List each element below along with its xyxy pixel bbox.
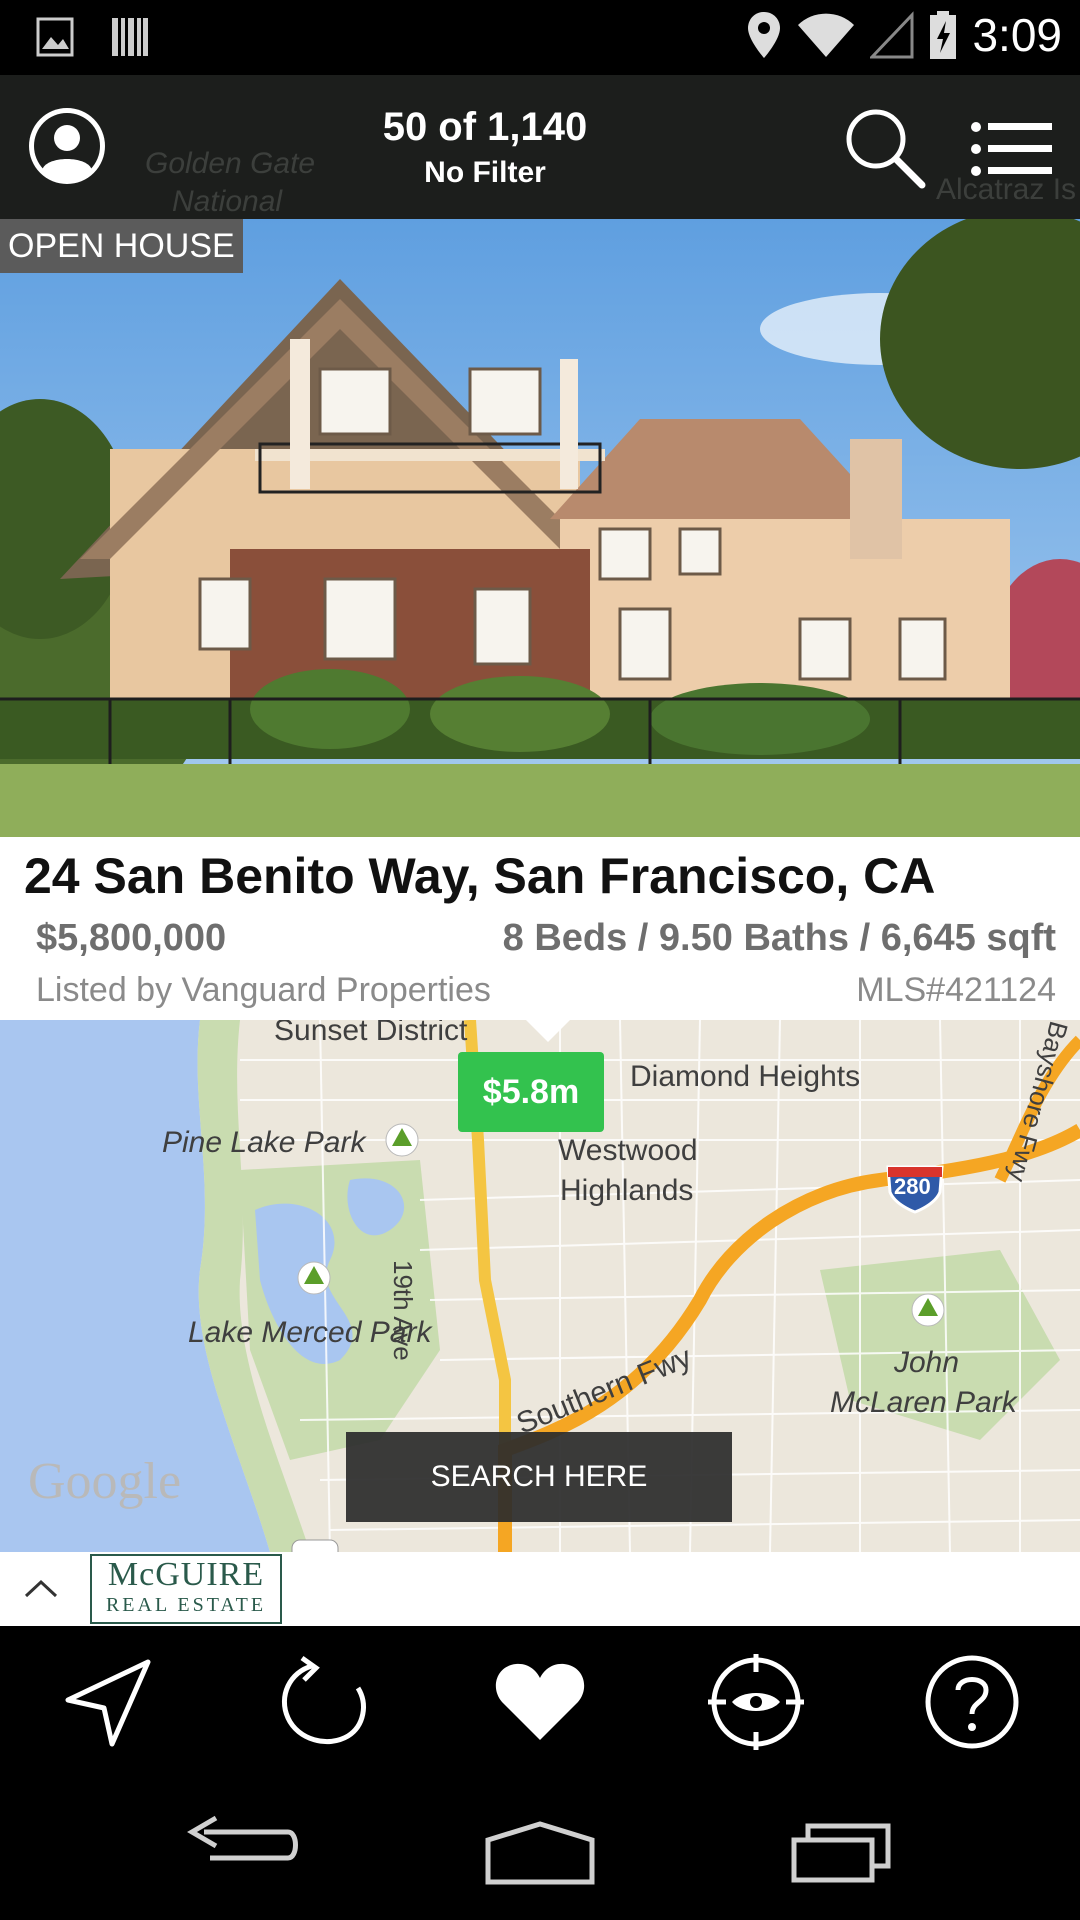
listing-details[interactable]: 24 San Benito Way, San Francisco, CA $5,…	[0, 837, 1080, 1020]
map-caret	[526, 1020, 570, 1042]
ad-logo-tagline: REAL ESTATE	[105, 1594, 267, 1616]
listing-agent: Listed by Vanguard Properties	[36, 971, 491, 1009]
map-label: Sunset District	[274, 1020, 468, 1047]
navigate-icon[interactable]	[60, 1652, 160, 1752]
listing-price: $5,800,000	[36, 917, 227, 959]
home-icon[interactable]	[480, 1810, 600, 1890]
listing-count: 50 of 1,140	[382, 105, 588, 149]
search-icon[interactable]	[842, 105, 928, 191]
back-icon[interactable]	[180, 1810, 300, 1890]
heart-icon[interactable]	[490, 1652, 590, 1752]
barcode-icon	[112, 18, 148, 56]
map-label: John	[894, 1346, 960, 1379]
listing-address: 24 San Benito Way, San Francisco, CA	[24, 848, 936, 904]
open-house-badge: OPEN HOUSE	[0, 219, 243, 273]
google-logo: Google	[28, 1453, 182, 1510]
signal-icon	[870, 11, 914, 59]
chevron-up-icon[interactable]	[22, 1570, 60, 1608]
highway-280-shield: 280	[894, 1174, 931, 1199]
mcguire-logo[interactable]: McGUIRE REAL ESTATE	[90, 1554, 282, 1624]
battery-charging-icon	[930, 11, 957, 59]
map-label: Pine Lake Park	[162, 1126, 366, 1159]
listing-specs: 8 Beds / 9.50 Baths / 6,645 sqft	[502, 917, 1056, 959]
ad-logo-name: McGUIRE	[107, 1556, 265, 1593]
map-label: McLaren Park	[830, 1386, 1017, 1419]
image-icon	[36, 17, 74, 57]
status-bar: 3:09	[0, 0, 1080, 75]
status-clock: 3:09	[972, 9, 1062, 61]
system-nav-bar	[0, 1774, 1080, 1920]
action-bar	[0, 1626, 1080, 1774]
listing-photo[interactable]	[0, 219, 1080, 837]
refresh-icon[interactable]	[272, 1652, 372, 1752]
help-icon[interactable]	[922, 1652, 1022, 1752]
menu-icon[interactable]	[970, 119, 1056, 179]
map-label: Diamond Heights	[630, 1060, 861, 1093]
map-label: Westwood	[558, 1134, 698, 1167]
price-pin[interactable]: $5.8m	[458, 1052, 604, 1132]
ad-banner[interactable]: McGUIRE REAL ESTATE	[0, 1552, 1080, 1626]
listing-counter[interactable]: 50 of 1,140 No Filter	[0, 105, 970, 190]
map-label: Highlands	[560, 1174, 694, 1207]
recents-icon[interactable]	[780, 1810, 900, 1890]
app-header: Golden Gate National Alcatraz Is 50 of 1…	[0, 75, 1080, 219]
map-ghost-label: National	[172, 185, 283, 218]
target-eye-icon[interactable]	[706, 1652, 806, 1752]
location-icon	[748, 12, 781, 58]
map-view[interactable]: Sunset District Diamond Heights Pine Lak…	[0, 1020, 1080, 1552]
mls-number: MLS#421124	[856, 971, 1056, 1009]
search-here-button[interactable]: SEARCH HERE	[346, 1432, 732, 1522]
filter-status: No Filter	[424, 156, 546, 189]
wifi-icon	[798, 13, 855, 58]
map-label: Lake Merced Park	[188, 1316, 432, 1349]
